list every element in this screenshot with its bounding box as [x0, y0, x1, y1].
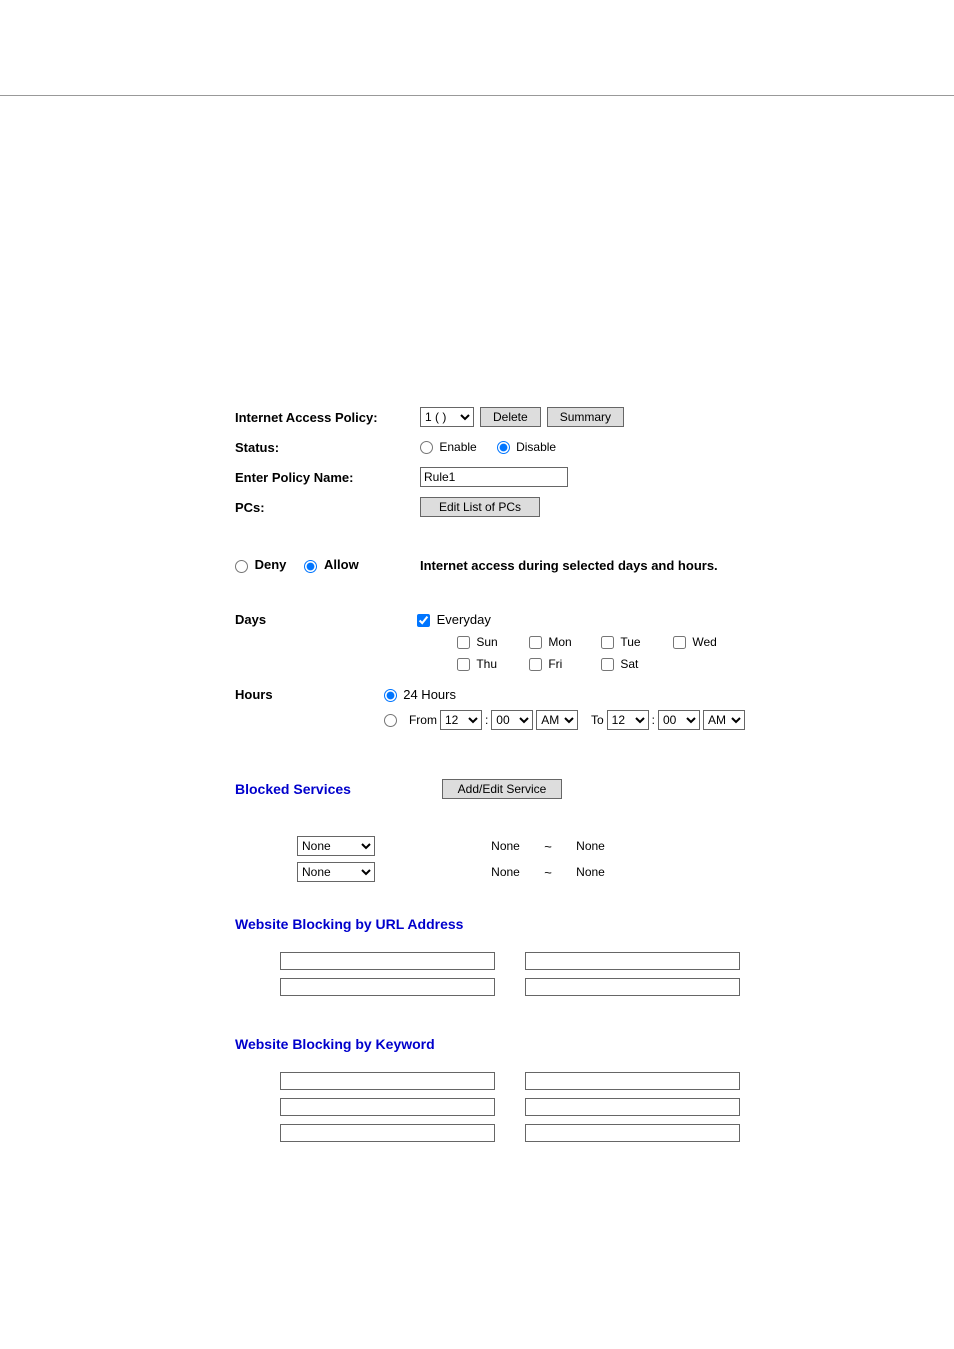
deny-allow-row: Deny Allow Internet access during select…: [235, 554, 745, 576]
days-label: Days: [235, 612, 417, 627]
deny-text: Deny: [255, 557, 287, 572]
service-2-to: None: [563, 865, 618, 879]
mon-option[interactable]: Mon: [529, 635, 601, 649]
url-grid: [280, 952, 740, 996]
service-1-select[interactable]: None: [297, 836, 375, 856]
from-label: From: [409, 713, 437, 727]
sat-option[interactable]: Sat: [601, 657, 673, 671]
hours-range-radio[interactable]: [384, 714, 397, 727]
sat-checkbox[interactable]: [601, 658, 614, 671]
status-enable-option[interactable]: Enable: [420, 440, 477, 454]
everyday-option[interactable]: Everyday: [417, 612, 491, 627]
status-enable-text: Enable: [439, 440, 476, 454]
status-disable-option[interactable]: Disable: [497, 440, 556, 454]
thu-checkbox[interactable]: [457, 658, 470, 671]
thu-option[interactable]: Thu: [457, 657, 529, 671]
days-grid: Sun Mon Tue Wed Thu Fri Sat: [457, 635, 745, 671]
service-row-2: None None ~ None: [235, 862, 745, 882]
tue-option[interactable]: Tue: [601, 635, 673, 649]
fri-checkbox[interactable]: [529, 658, 542, 671]
h24-option[interactable]: 24 Hours: [384, 687, 456, 702]
service-1-from: None: [478, 839, 533, 853]
pcs-row: PCs: Edit List of PCs: [235, 496, 745, 518]
policy-label: Internet Access Policy:: [235, 410, 420, 425]
keyword-input-1[interactable]: [280, 1072, 495, 1090]
h24-text: 24 Hours: [403, 687, 456, 702]
allow-option[interactable]: Allow: [304, 557, 358, 572]
pcs-label: PCs:: [235, 500, 420, 515]
from-ampm-select[interactable]: AM: [536, 710, 578, 730]
hours-label: Hours: [235, 687, 384, 702]
colon-2: :: [652, 713, 655, 727]
to-label: To: [591, 713, 604, 727]
sun-checkbox[interactable]: [457, 636, 470, 649]
url-blocking-title: Website Blocking by URL Address: [235, 916, 745, 932]
keyword-input-6[interactable]: [525, 1124, 740, 1142]
tilde-2: ~: [533, 865, 563, 880]
add-edit-service-button[interactable]: Add/Edit Service: [442, 779, 562, 799]
summary-button[interactable]: Summary: [547, 407, 624, 427]
status-disable-text: Disable: [516, 440, 556, 454]
mon-checkbox[interactable]: [529, 636, 542, 649]
blocked-services-row: Blocked Services Add/Edit Service: [235, 778, 745, 800]
everyday-text: Everyday: [437, 612, 491, 627]
top-divider: [0, 95, 954, 96]
to-min-select[interactable]: 00: [658, 710, 700, 730]
tilde-1: ~: [533, 839, 563, 854]
url-input-1[interactable]: [280, 952, 495, 970]
url-input-2[interactable]: [525, 952, 740, 970]
keyword-input-5[interactable]: [280, 1124, 495, 1142]
keyword-blocking-title: Website Blocking by Keyword: [235, 1036, 745, 1052]
service-2-from: None: [478, 865, 533, 879]
edit-list-pcs-button[interactable]: Edit List of PCs: [420, 497, 540, 517]
access-desc-text: Internet access during selected days and…: [420, 558, 718, 573]
deny-option[interactable]: Deny: [235, 557, 286, 572]
access-restrictions-panel: Internet Access Policy: 1 ( ) Delete Sum…: [235, 406, 745, 1142]
status-enable-radio[interactable]: [420, 441, 433, 454]
deny-radio[interactable]: [235, 560, 248, 573]
fri-option[interactable]: Fri: [529, 657, 601, 671]
policy-select[interactable]: 1 ( ): [420, 407, 474, 427]
h24-radio[interactable]: [384, 689, 397, 702]
status-label: Status:: [235, 440, 420, 455]
service-1-to: None: [563, 839, 618, 853]
sun-option[interactable]: Sun: [457, 635, 529, 649]
blocked-services-title: Blocked Services: [235, 781, 420, 797]
wed-option[interactable]: Wed: [673, 635, 745, 649]
status-disable-radio[interactable]: [497, 441, 510, 454]
to-hour-select[interactable]: 12: [607, 710, 649, 730]
policy-name-label: Enter Policy Name:: [235, 470, 420, 485]
delete-button[interactable]: Delete: [480, 407, 541, 427]
service-2-select[interactable]: None: [297, 862, 375, 882]
wed-checkbox[interactable]: [673, 636, 686, 649]
keyword-input-4[interactable]: [525, 1098, 740, 1116]
policy-row: Internet Access Policy: 1 ( ) Delete Sum…: [235, 406, 745, 428]
keyword-input-3[interactable]: [280, 1098, 495, 1116]
allow-radio[interactable]: [304, 560, 317, 573]
hours-row: Hours 24 Hours From 12 : 00 AM To 12 : 0…: [235, 687, 745, 730]
url-input-4[interactable]: [525, 978, 740, 996]
status-row: Status: Enable Disable: [235, 436, 745, 458]
allow-text: Allow: [324, 557, 359, 572]
from-min-select[interactable]: 00: [491, 710, 533, 730]
to-ampm-select[interactable]: AM: [703, 710, 745, 730]
keyword-input-2[interactable]: [525, 1072, 740, 1090]
policy-name-row: Enter Policy Name:: [235, 466, 745, 488]
keyword-grid: [280, 1072, 740, 1142]
service-row-1: None None ~ None: [235, 836, 745, 856]
colon-1: :: [485, 713, 488, 727]
from-hour-select[interactable]: 12: [440, 710, 482, 730]
url-input-3[interactable]: [280, 978, 495, 996]
policy-name-input[interactable]: [420, 467, 568, 487]
tue-checkbox[interactable]: [601, 636, 614, 649]
everyday-checkbox[interactable]: [417, 614, 430, 627]
days-row: Days Everyday Sun Mon Tue Wed Thu Fri Sa…: [235, 612, 745, 671]
